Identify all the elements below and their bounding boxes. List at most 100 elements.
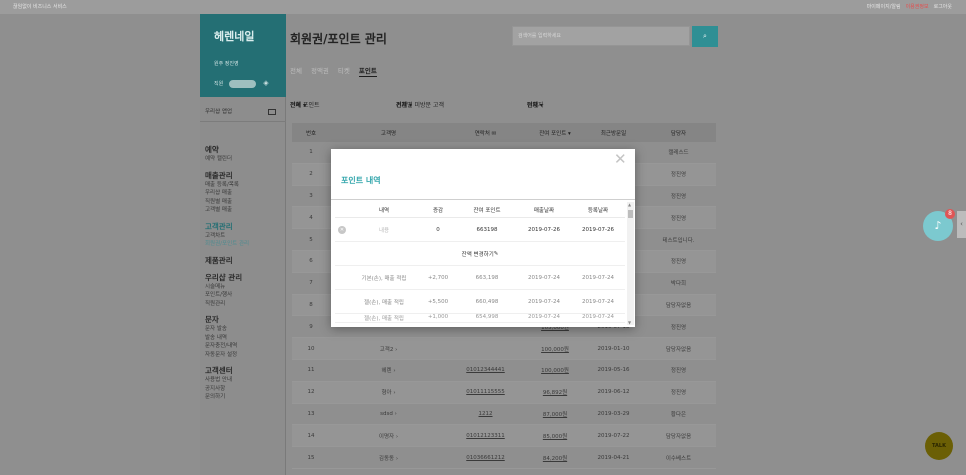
tab[interactable]: 전체 [290, 65, 302, 77]
column-header[interactable]: 연락처 ✉ [447, 129, 524, 137]
search-button[interactable]: ⌕ [692, 26, 718, 47]
cell-name[interactable]: 형아 › [330, 388, 447, 396]
cell-phone[interactable]: 01036661212 [447, 455, 524, 461]
scroll-thumb[interactable] [628, 210, 633, 218]
edit-balance-link[interactable]: 잔액 변경하기 ✎ [335, 242, 625, 266]
cell-staff: 정진영 [670, 215, 687, 222]
table-row[interactable]: 13 sdsd › 1212 87,000원 2019-03-29 황다은 [292, 404, 716, 426]
cell-name[interactable]: 헤렌 › [330, 366, 447, 374]
kakao-talk-button[interactable]: TALK [925, 432, 953, 460]
cell-points[interactable]: 84,200원 [524, 454, 586, 462]
nav-section[interactable]: 우리샵 관리 [205, 272, 285, 283]
column-header[interactable]: 잔여 포인트 ▾ [524, 129, 586, 137]
history-row: 젤(손), 매출 적립 +1,000 654,998 2019-07-24 2019-0… [335, 314, 625, 323]
table-row[interactable]: 15 김동동 › 01036661212 84,200원 2019-04-21 이수베스트 [292, 447, 716, 469]
column-header[interactable]: 번호 [292, 129, 330, 137]
nav-section[interactable]: 고객센터 [205, 365, 285, 376]
nav-section[interactable]: 매출관리 [205, 170, 285, 181]
nav-item[interactable]: 직원별 매출 [205, 198, 285, 207]
balance-filter[interactable]: 잔여 포인트 전체 ▾ [290, 100, 320, 109]
cell-points[interactable]: 85,000원 [524, 432, 586, 440]
modal-column-header: 매출날짜 [533, 207, 555, 214]
nav-section[interactable]: 고객관리 [205, 221, 285, 232]
cell-points[interactable]: 87,000원 [524, 410, 586, 418]
unvisited-filter[interactable]: 기간별 미방문 고객 전체 ▾ [396, 100, 444, 109]
nav-item[interactable]: 문의하기 [205, 393, 285, 402]
nav-item[interactable]: 우리샵 매출 [205, 189, 285, 198]
side-panel-handle[interactable]: ‹ [957, 211, 966, 238]
nav-section[interactable]: 문자 [205, 314, 285, 325]
staff-selector[interactable] [229, 79, 257, 88]
nav-item[interactable]: 매출 등록/목록 [205, 181, 285, 190]
nav-item[interactable]: 사용법 안내 [205, 376, 285, 385]
cell-staff: 정진영 [670, 172, 687, 179]
nav-section[interactable]: 예약 [205, 144, 285, 155]
cell-staff: 정진영 [670, 368, 687, 375]
delta-input[interactable]: 0 [419, 227, 457, 233]
cell-phone[interactable]: 01011115555 [447, 389, 524, 395]
cell-points[interactable]: 100,000원 [524, 345, 586, 353]
cell-points[interactable]: 96,892원 [524, 388, 586, 396]
column-header[interactable]: 최근방문일 [586, 129, 641, 137]
nav-item[interactable]: 예약 캘린더 [205, 155, 285, 164]
close-icon[interactable]: ✕ [614, 152, 627, 167]
description-input[interactable]: 내용 [349, 226, 419, 234]
table-row[interactable]: 11 헤렌 › 01012344441 100,000원 2019-05-16 정진영 [292, 360, 716, 382]
sale-date-input[interactable]: 2019-07-26 [517, 227, 571, 233]
scroll-down-arrow[interactable]: ▼ [628, 320, 631, 325]
cell-no: 9 [309, 323, 313, 330]
modal-scrollbar[interactable]: ▲ ▼ [627, 202, 634, 325]
cell-name[interactable]: 이명자 › [330, 432, 447, 440]
search-input[interactable]: 검색어를 입력하세요 [512, 26, 690, 46]
nav-section[interactable]: 제품관리 [205, 255, 285, 266]
column-header[interactable]: 담당자 [641, 129, 716, 137]
column-header[interactable]: 고객명 [330, 129, 447, 137]
cell-last: 2019-01-10 [597, 345, 630, 352]
nav-item[interactable]: 회원권/포인트 관리 [205, 240, 285, 249]
table-row[interactable]: 12 형아 › 01011115555 96,892원 2019-06-12 정진영 [292, 381, 716, 404]
tab[interactable]: 포인트 [358, 65, 377, 77]
nav-item[interactable]: 문자충전/내역 [205, 342, 285, 351]
staff-filter-label: 담당자 [527, 102, 544, 109]
cell-phone[interactable]: 01012123311 [447, 433, 524, 439]
modal-column-header: 내역 [378, 207, 390, 214]
nav-item[interactable]: 자동문자 설정 [205, 351, 285, 360]
point-history-modal: 포인트 내역 ✕ 내역 증감 잔여 포인트 매출날짜 등록날짜 ✕ 내용 0 66319… [331, 149, 635, 327]
table-row[interactable]: 10 고객2 › 100,000원 2019-01-10 담당자없음 [292, 338, 716, 360]
top-link[interactable]: 마이페이지/알림 [867, 0, 901, 14]
table-row[interactable]: 14 이명자 › 01012123311 85,000원 2019-07-22 담당자없음 [292, 425, 716, 448]
cell-phone[interactable]: 1212 [447, 411, 524, 417]
nav-item[interactable]: 발송 내역 [205, 334, 285, 343]
nav-item[interactable]: 시술메뉴 [205, 283, 285, 292]
bell-icon: ♪ [934, 219, 942, 232]
cell-name[interactable]: sdsd › [330, 411, 447, 417]
eye-icon[interactable]: ◈ [263, 79, 268, 87]
nav-item[interactable]: 공지사항 [205, 385, 285, 394]
nav-item[interactable]: 문자 발송 [205, 325, 285, 334]
cell-name[interactable]: 김동동 › [330, 454, 447, 462]
top-link[interactable]: 이용권정보 [906, 0, 929, 14]
delete-icon[interactable]: ✕ [335, 225, 349, 234]
my-shop-app[interactable]: 우리샵 앱업 [200, 103, 286, 122]
cell-points[interactable]: 100,000원 [524, 366, 586, 374]
modal-table-header: 내역 증감 잔여 포인트 매출날짜 등록날짜 [335, 202, 625, 218]
tab[interactable]: 티켓 [338, 65, 350, 77]
sort-down-icon[interactable]: ▾ [566, 131, 571, 137]
scroll-up-arrow[interactable]: ▲ [628, 202, 631, 207]
cell-phone[interactable]: 01012344441 [447, 367, 524, 373]
tab[interactable]: 정액권 [311, 65, 329, 77]
history-desc: 젤(손), 매출 적립 [364, 299, 404, 306]
top-link[interactable]: 로그아웃 [934, 0, 952, 14]
cell-name[interactable]: 고객2 › [330, 345, 447, 353]
cell-no: 5 [309, 236, 313, 243]
nav-item[interactable]: 고객별 매출 [205, 206, 285, 215]
modal-title: 포인트 내역 [341, 176, 381, 185]
nav-item[interactable]: 포인트/행사 [205, 291, 285, 300]
cell-no: 10 [307, 345, 315, 352]
history-list: 기본(손), 매출 적립 +2,700 663,198 2019-07-24 2019-… [335, 266, 625, 323]
modal-divider [331, 199, 635, 200]
nav-item[interactable]: 고객차트 [205, 232, 285, 241]
staff-filter[interactable]: 담당자 전체 ▾ [527, 100, 544, 109]
cell-no: 12 [307, 389, 315, 396]
nav-item[interactable]: 직원관리 [205, 300, 285, 309]
